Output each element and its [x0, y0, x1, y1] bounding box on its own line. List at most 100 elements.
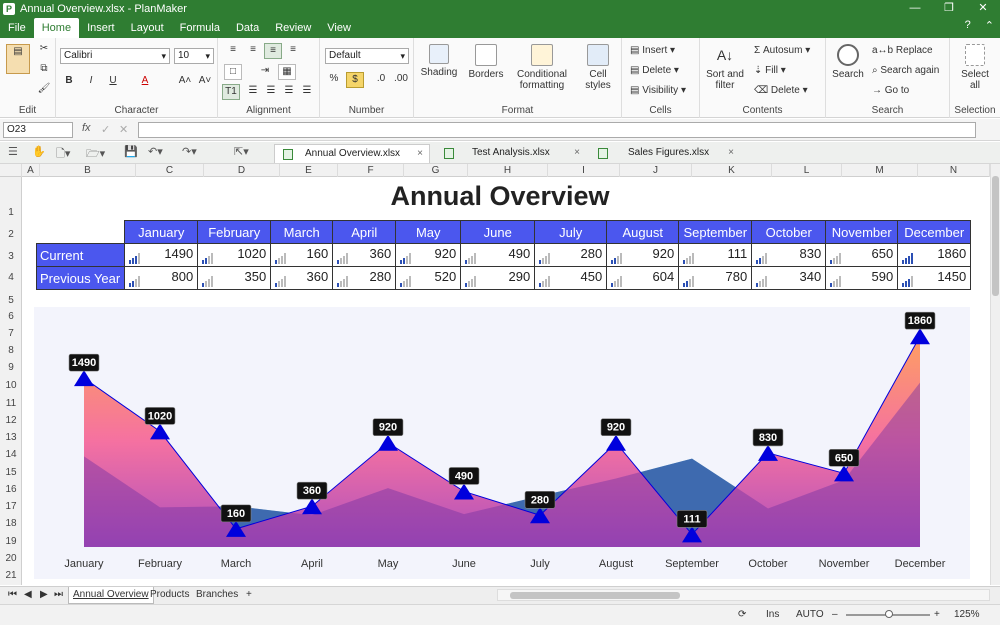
function-icon[interactable]: fx [82, 122, 91, 134]
sheet-tab-annual-overview[interactable]: Annual Overview [68, 587, 154, 604]
column-header-e[interactable]: E [280, 164, 338, 177]
italic-icon[interactable]: I [82, 74, 100, 90]
paste-icon[interactable]: ▤ [6, 44, 30, 74]
row-header-17[interactable]: 17 [0, 501, 21, 512]
row-header-16[interactable]: 16 [0, 484, 21, 495]
menu-home[interactable]: Home [33, 18, 80, 38]
column-header-h[interactable]: H [468, 164, 548, 177]
value-cell[interactable]: 490 [460, 243, 536, 267]
row-header-20[interactable]: 20 [0, 553, 21, 564]
column-header-j[interactable]: J [620, 164, 692, 177]
value-cell[interactable]: 290 [460, 266, 536, 290]
value-cell[interactable]: 650 [825, 243, 899, 267]
menu-review[interactable]: Review [267, 18, 319, 38]
row-header-18[interactable]: 18 [0, 518, 21, 529]
pointer-icon[interactable]: ⇱▾ [234, 145, 249, 158]
value-cell[interactable]: 1860 [897, 243, 972, 267]
column-header-m[interactable]: M [842, 164, 918, 177]
column-header-i[interactable]: I [548, 164, 620, 177]
close-tab-icon[interactable]: × [728, 144, 734, 162]
column-header-g[interactable]: G [404, 164, 468, 177]
menu-layout[interactable]: Layout [123, 18, 172, 38]
prev-sheet-icon[interactable]: ◀ [20, 587, 36, 604]
align-top-icon[interactable]: ≡ [224, 43, 242, 59]
font-color-icon[interactable]: A [136, 74, 154, 90]
doc-tab-sales-figures[interactable]: Sales Figures.xlsx × [590, 144, 740, 163]
row-header-2[interactable]: 2 [0, 229, 21, 240]
value-cell[interactable]: 604 [606, 266, 680, 290]
cut-icon[interactable]: ✂ [35, 42, 53, 58]
font-name-select[interactable]: Calibri [60, 48, 170, 64]
column-header-f[interactable]: F [338, 164, 404, 177]
month-header[interactable]: March [270, 220, 334, 244]
value-cell[interactable]: 360 [270, 266, 334, 290]
shrink-font-icon[interactable]: A˅ [196, 74, 214, 90]
merge-cells-icon[interactable]: ▦ [278, 64, 296, 80]
value-cell[interactable]: 360 [332, 243, 397, 267]
doc-tab-test-analysis[interactable]: Test Analysis.xlsx × [436, 144, 586, 163]
corner-cell[interactable] [37, 221, 125, 244]
row-header-4[interactable]: 4 [0, 272, 21, 283]
text-rotate-icon[interactable]: T1 [222, 84, 240, 100]
replace-button[interactable]: a↔b Replace [872, 45, 933, 56]
cancel-icon[interactable]: ✕ [119, 123, 128, 136]
close-tab-icon[interactable]: × [574, 144, 580, 162]
value-cell[interactable]: 280 [332, 266, 397, 290]
month-header[interactable]: July [534, 220, 608, 244]
horizontal-scroll-thumb[interactable] [510, 592, 680, 599]
maximize-icon[interactable]: ❐ [932, 0, 966, 17]
menu-file[interactable]: File [0, 18, 34, 38]
value-cell[interactable]: 520 [395, 266, 462, 290]
row-header-5[interactable]: 5 [0, 295, 21, 306]
zoom-slider-knob[interactable] [885, 610, 893, 618]
value-cell[interactable]: 350 [197, 266, 272, 290]
row-header-15[interactable]: 15 [0, 467, 21, 478]
month-header[interactable]: June [460, 220, 536, 244]
close-tab-icon[interactable]: × [417, 145, 423, 163]
percent-icon[interactable]: % [325, 72, 343, 88]
last-sheet-icon[interactable]: ⏭ [50, 587, 67, 604]
value-cell[interactable]: 1020 [197, 243, 272, 267]
menu-insert[interactable]: Insert [79, 18, 123, 38]
align-left-icon[interactable]: ☰ [244, 84, 262, 100]
worksheet[interactable]: Annual Overview January February March A… [22, 177, 990, 585]
value-cell[interactable]: 590 [825, 266, 899, 290]
value-cell[interactable]: 1450 [897, 266, 972, 290]
delete-cells-button[interactable]: ▤ Delete ▾ [630, 65, 679, 76]
row-header-19[interactable]: 19 [0, 536, 21, 547]
month-header[interactable]: September [678, 220, 753, 244]
align-middle-icon[interactable]: ≡ [244, 43, 262, 59]
visibility-button[interactable]: ▤ Visibility ▾ [630, 85, 686, 96]
save-icon[interactable]: 💾 [124, 145, 138, 158]
column-header-a[interactable]: A [22, 164, 40, 177]
redo-icon[interactable]: ↷▾ [182, 145, 197, 158]
cell-styles-button[interactable]: Cell styles [578, 44, 618, 91]
new-document-icon[interactable]: 🗋▾ [56, 145, 70, 164]
hamburger-menu-icon[interactable]: ☰ [8, 145, 18, 158]
zoom-level[interactable]: 125% [954, 609, 980, 620]
value-cell[interactable]: 920 [395, 243, 462, 267]
conditional-formatting-button[interactable]: Conditional formatting [512, 44, 572, 91]
undo-icon[interactable]: ↶▾ [148, 145, 163, 158]
value-cell[interactable]: 1490 [124, 243, 199, 267]
hand-tool-icon[interactable]: ✋ [32, 145, 46, 158]
vertical-scrollbar[interactable] [990, 164, 1000, 585]
row-header-21[interactable]: 21 [0, 570, 21, 581]
value-cell[interactable]: 920 [606, 243, 680, 267]
border-box-icon[interactable]: □ [224, 64, 242, 80]
add-sheet-button[interactable]: + [242, 587, 256, 604]
decrease-decimal-icon[interactable]: .00 [392, 72, 410, 88]
row-header-7[interactable]: 7 [0, 328, 21, 339]
row-header-3[interactable]: 3 [0, 251, 21, 262]
month-header[interactable]: April [332, 220, 397, 244]
select-all-button[interactable]: Select all [954, 44, 996, 91]
row-header-9[interactable]: 9 [0, 362, 21, 373]
increase-decimal-icon[interactable]: .0 [372, 72, 390, 88]
horizontal-scrollbar[interactable] [497, 589, 990, 601]
grow-font-icon[interactable]: A˄ [176, 74, 194, 90]
ribbon-collapse-icon[interactable]: ⌃ [985, 19, 994, 32]
cell-reference-box[interactable]: O23 [3, 122, 73, 138]
row-header-11[interactable]: 11 [0, 398, 21, 409]
month-header[interactable]: January [124, 220, 199, 244]
font-size-select[interactable]: 10 [174, 48, 214, 64]
